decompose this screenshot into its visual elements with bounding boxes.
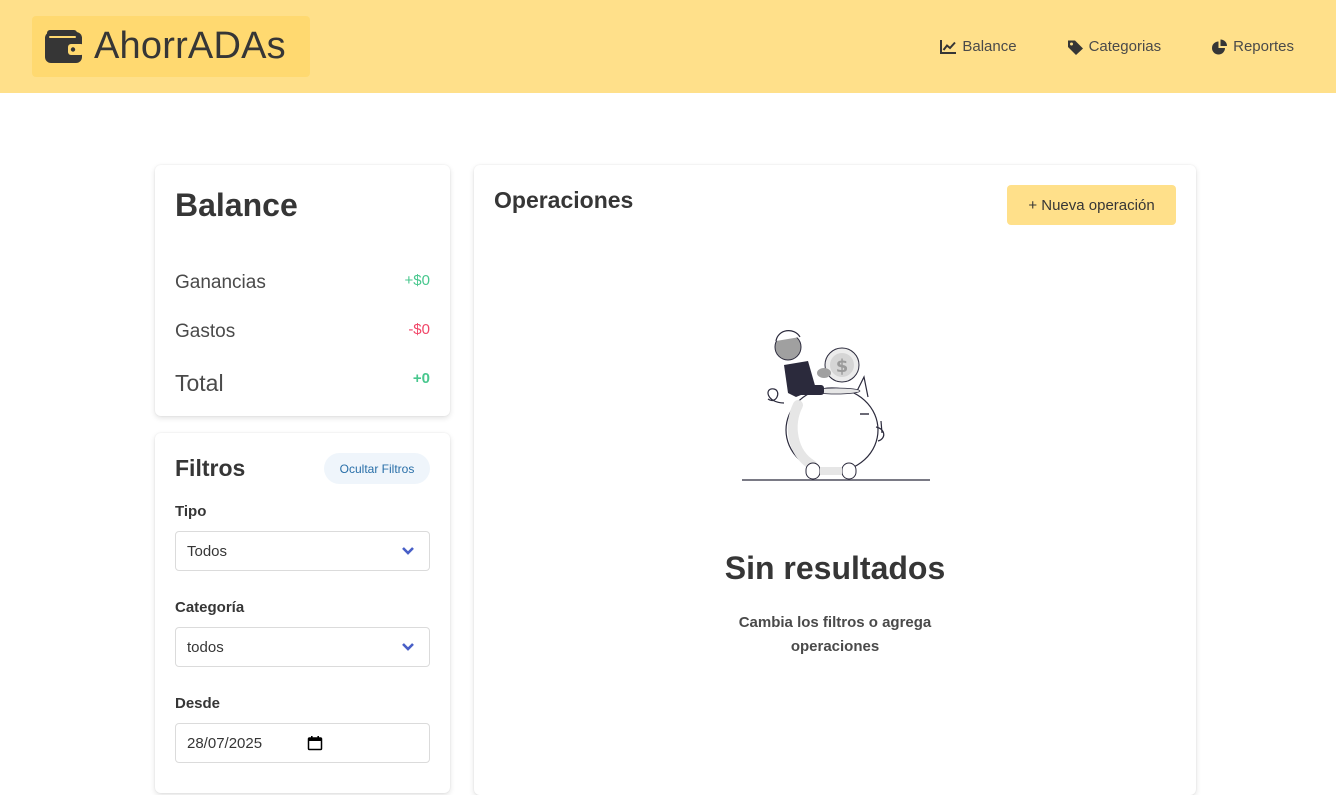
tag-icon [1067, 40, 1083, 55]
balance-card: Balance Ganancias +$0 Gastos -$0 Total +… [155, 165, 450, 416]
balance-row-gastos: Gastos -$0 [175, 321, 430, 343]
nav-balance-label: Balance [962, 38, 1017, 55]
navbar: AhorrADAs Balance Categorias Reportes [0, 0, 1336, 93]
svg-text:$: $ [836, 356, 849, 377]
tipo-label: Tipo [175, 503, 207, 520]
hide-filters-button[interactable]: Ocultar Filtros [324, 453, 430, 484]
desde-date-input[interactable]: 28/07/2025 [175, 723, 430, 763]
nav-categorias-label: Categorias [1088, 38, 1162, 55]
total-value: +0 [412, 370, 430, 387]
gastos-value: -$0 [408, 321, 430, 338]
calendar-icon[interactable] [307, 735, 323, 751]
empty-state-title: Sin resultados [724, 550, 946, 586]
filters-title: Filtros [175, 455, 246, 481]
filters-card: Filtros Ocultar Filtros Tipo Todos Categ… [155, 433, 450, 793]
balance-row-ganancias: Ganancias +$0 [175, 272, 430, 294]
desde-label: Desde [175, 695, 221, 712]
empty-state-subtitle: Cambia los filtros o agrega operaciones [738, 614, 932, 655]
nav-balance[interactable]: Balance [940, 38, 1017, 55]
total-label: Total [175, 370, 224, 396]
brand-logo[interactable]: AhorrADAs [32, 16, 310, 77]
new-operation-button[interactable]: + Nueva operación [1007, 185, 1176, 225]
nav-menu: Balance Categorias Reportes [890, 0, 1294, 93]
ganancias-value: +$0 [404, 272, 430, 289]
categoria-select-value: todos [187, 638, 224, 656]
pie-chart-icon [1212, 39, 1228, 54]
nav-categorias[interactable]: Categorias [1067, 38, 1162, 55]
chevron-down-icon [402, 547, 414, 555]
tipo-select-value: Todos [187, 542, 228, 560]
balance-row-total: Total +0 [175, 370, 430, 397]
categoria-label: Categoría [175, 599, 245, 616]
operations-card: Operaciones + Nueva operación $ Sin resu… [474, 165, 1196, 795]
tipo-select[interactable]: Todos [175, 531, 430, 571]
balance-title: Balance [175, 187, 298, 223]
categoria-select[interactable]: todos [175, 627, 430, 667]
piggy-bank-illustration: $ [742, 330, 930, 481]
nav-reportes[interactable]: Reportes [1211, 38, 1294, 55]
wallet-icon [45, 29, 84, 63]
brand-title: AhorrADAs [94, 25, 286, 67]
desde-date-value: 28/07/2025 [187, 734, 263, 752]
gastos-label: Gastos [175, 321, 236, 342]
nav-reportes-label: Reportes [1233, 38, 1294, 55]
operations-title: Operaciones [494, 187, 634, 213]
chevron-down-icon [402, 643, 414, 651]
ganancias-label: Ganancias [175, 272, 266, 293]
chart-line-icon [940, 39, 957, 54]
